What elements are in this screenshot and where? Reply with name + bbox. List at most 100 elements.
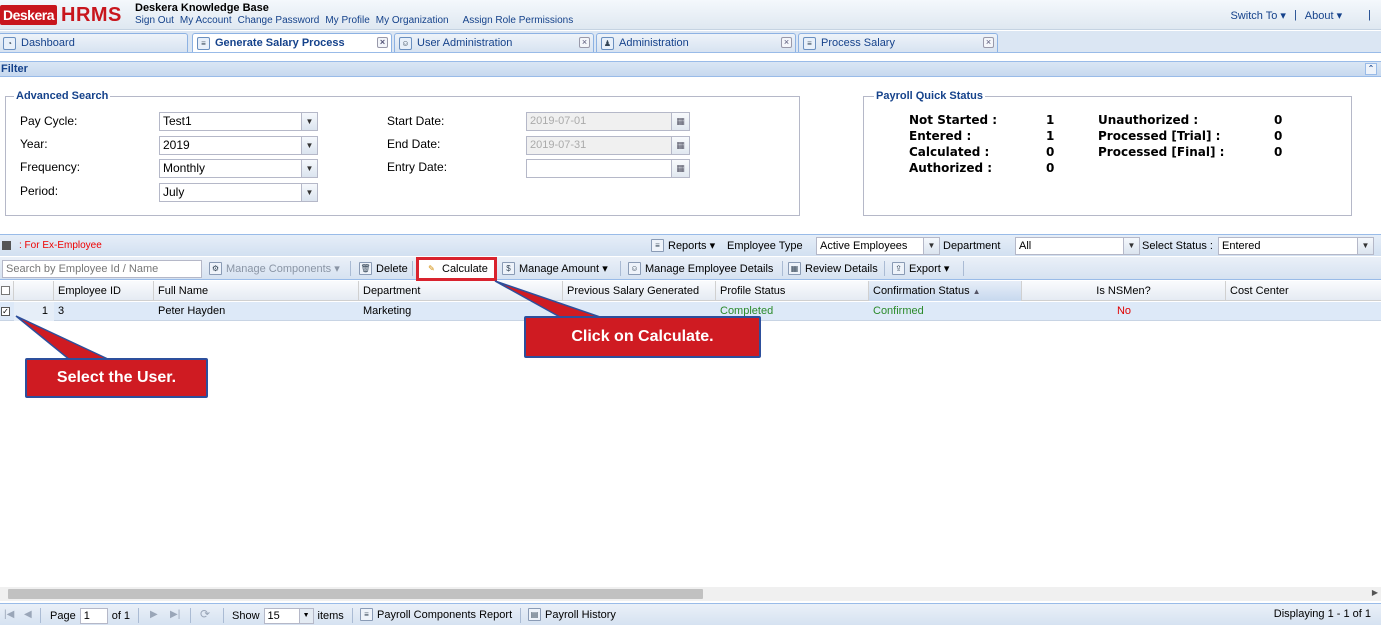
column-header-is-nsmen[interactable]: Is NSMen? bbox=[1022, 281, 1226, 301]
chevron-down-icon[interactable]: ▼ bbox=[301, 160, 317, 177]
last-page-icon[interactable]: ▶| bbox=[170, 609, 180, 620]
employee-type-combo[interactable]: Active Employees ▼ bbox=[816, 237, 940, 255]
employee-type-value: Active Employees bbox=[820, 240, 908, 252]
chevron-down-icon[interactable]: ▼ bbox=[1357, 238, 1373, 254]
document-icon: ≡ bbox=[803, 36, 816, 50]
header-divider: | bbox=[1293, 9, 1297, 21]
deskera-logo[interactable]: Deskera HRMS bbox=[0, 3, 122, 27]
column-header-employee-id[interactable]: Employee ID bbox=[54, 281, 154, 301]
chevron-down-icon[interactable]: ▼ bbox=[301, 113, 317, 130]
tab-label: User Administration bbox=[417, 37, 513, 49]
delete-button[interactable]: 🗑 Delete bbox=[359, 262, 408, 275]
filter-title: Filter bbox=[1, 63, 28, 75]
page-size-value: 15 bbox=[267, 610, 280, 622]
entered-label: Entered : bbox=[909, 129, 972, 143]
year-combo[interactable]: 2019 ▼ bbox=[159, 136, 318, 155]
not-started-value: 1 bbox=[1046, 113, 1055, 127]
column-header-previous-salary[interactable]: Previous Salary Generated bbox=[563, 281, 716, 301]
export-button[interactable]: ⇪ Export ▾ bbox=[892, 262, 949, 275]
row-checkbox[interactable]: ✓ bbox=[0, 302, 14, 321]
pencil-icon: ✎ bbox=[428, 263, 435, 273]
previous-page-icon[interactable]: ◀ bbox=[24, 609, 32, 620]
close-icon[interactable]: × bbox=[983, 37, 994, 48]
page-label: Page bbox=[50, 610, 76, 622]
payroll-quick-status-legend: Payroll Quick Status bbox=[874, 90, 985, 102]
page-number-input[interactable]: 1 bbox=[79, 608, 108, 624]
reports-menu[interactable]: ≡ Reports ▾ bbox=[651, 239, 715, 252]
reports-label: Reports bbox=[668, 239, 707, 252]
payroll-components-report-button[interactable]: ≡ Payroll Components Report bbox=[360, 608, 512, 621]
column-header-cost-center[interactable]: Cost Center bbox=[1226, 281, 1381, 301]
switch-to-menu[interactable]: Switch To ▾ bbox=[1230, 9, 1285, 22]
close-icon[interactable]: × bbox=[377, 37, 388, 48]
frequency-combo[interactable]: Monthly ▼ bbox=[159, 159, 318, 178]
department-combo[interactable]: All ▼ bbox=[1015, 237, 1140, 255]
brand-block: Deskera Knowledge Base Sign Out My Accou… bbox=[135, 2, 573, 28]
page-control: Page 1 of 1 bbox=[50, 608, 130, 624]
row-number-header bbox=[14, 281, 54, 301]
manage-components-button[interactable]: ⚙ Manage Components ▾ bbox=[209, 262, 340, 275]
next-page-icon[interactable]: ▶ bbox=[150, 609, 158, 620]
column-header-department[interactable]: Department bbox=[359, 281, 563, 301]
pay-cycle-combo[interactable]: Test1 ▼ bbox=[159, 112, 318, 131]
period-combo[interactable]: July ▼ bbox=[159, 183, 318, 202]
chevron-down-icon[interactable]: ▼ bbox=[1123, 238, 1139, 254]
collapse-icon[interactable]: ⌃ bbox=[1365, 63, 1377, 75]
checkbox-icon bbox=[1, 286, 10, 295]
tab-process-salary[interactable]: ≡ Process Salary × bbox=[798, 33, 998, 52]
tab-dashboard[interactable]: ◔ Dashboard bbox=[0, 33, 188, 52]
horizontal-scrollbar[interactable]: ▶ bbox=[0, 587, 1381, 601]
about-menu[interactable]: About ▾ bbox=[1305, 9, 1342, 22]
year-value: 2019 bbox=[163, 138, 190, 152]
payroll-history-button[interactable]: ▤ Payroll History bbox=[528, 608, 616, 621]
chevron-down-icon[interactable]: ▼ bbox=[923, 238, 939, 254]
tab-generate-salary-process[interactable]: ≡ Generate Salary Process × bbox=[192, 33, 392, 52]
change-password-link[interactable]: Change Password bbox=[238, 14, 320, 28]
report-icon: ≡ bbox=[651, 239, 664, 252]
app-title: Deskera Knowledge Base bbox=[135, 2, 269, 14]
my-organization-link[interactable]: My Organization bbox=[376, 14, 449, 28]
column-header-profile-status[interactable]: Profile Status bbox=[716, 281, 869, 301]
close-icon[interactable]: × bbox=[781, 37, 792, 48]
scroll-right-icon[interactable]: ▶ bbox=[1372, 588, 1378, 597]
manage-employee-details-button[interactable]: ☺ Manage Employee Details bbox=[628, 262, 773, 275]
filter-panel-header: Filter ⌃ bbox=[0, 61, 1381, 77]
calculate-callout-text: Click on Calculate. bbox=[571, 328, 714, 345]
tab-administration[interactable]: ♟ Administration × bbox=[596, 33, 796, 52]
tab-label: Dashboard bbox=[21, 37, 75, 49]
calendar-icon[interactable]: ▦ bbox=[671, 160, 689, 177]
manage-employee-details-label: Manage Employee Details bbox=[645, 262, 774, 275]
employee-search-input[interactable]: Search by Employee Id / Name bbox=[2, 260, 202, 278]
scrollbar-thumb[interactable] bbox=[8, 589, 703, 599]
tab-user-administration[interactable]: ☺ User Administration × bbox=[394, 33, 594, 52]
my-account-link[interactable]: My Account bbox=[180, 14, 232, 28]
toolbar-separator bbox=[190, 608, 191, 623]
my-profile-link[interactable]: My Profile bbox=[325, 14, 369, 28]
chevron-down-icon[interactable]: ▼ bbox=[301, 137, 317, 154]
assign-role-permissions-link[interactable]: Assign Role Permissions bbox=[463, 14, 574, 28]
entry-date-field[interactable]: ▦ bbox=[526, 159, 690, 178]
calculate-button[interactable]: ✎ Calculate bbox=[416, 257, 497, 281]
column-header-confirmation-status[interactable]: Confirmation Status ▲ bbox=[869, 281, 1022, 301]
sign-out-link[interactable]: Sign Out bbox=[135, 14, 174, 28]
chevron-down-icon[interactable]: ▼ bbox=[298, 609, 313, 623]
chevron-down-icon[interactable]: ▼ bbox=[301, 184, 317, 201]
review-details-button[interactable]: ▦ Review Details bbox=[788, 262, 878, 275]
calculate-label: Calculate bbox=[442, 263, 488, 275]
refresh-icon[interactable]: ⟳ bbox=[200, 607, 210, 621]
start-date-label: Start Date: bbox=[387, 114, 445, 128]
page-size-combo[interactable]: 15 ▼ bbox=[263, 608, 314, 624]
column-header-full-name[interactable]: Full Name bbox=[154, 281, 359, 301]
start-date-field: 2019-07-01 ▦ bbox=[526, 112, 690, 131]
select-status-value: Entered bbox=[1222, 240, 1261, 252]
logo-text-hrms: HRMS bbox=[61, 3, 122, 26]
select-status-combo[interactable]: Entered ▼ bbox=[1218, 237, 1374, 255]
select-all-checkbox[interactable] bbox=[0, 281, 14, 301]
header-divider: | bbox=[1368, 9, 1371, 21]
close-icon[interactable]: × bbox=[579, 37, 590, 48]
items-label: items bbox=[317, 610, 344, 622]
manage-amount-button[interactable]: $ Manage Amount ▾ bbox=[502, 262, 608, 275]
advanced-search-legend: Advanced Search bbox=[14, 90, 111, 102]
first-page-icon[interactable]: |◀ bbox=[4, 609, 14, 620]
page-count: of 1 bbox=[111, 610, 131, 622]
